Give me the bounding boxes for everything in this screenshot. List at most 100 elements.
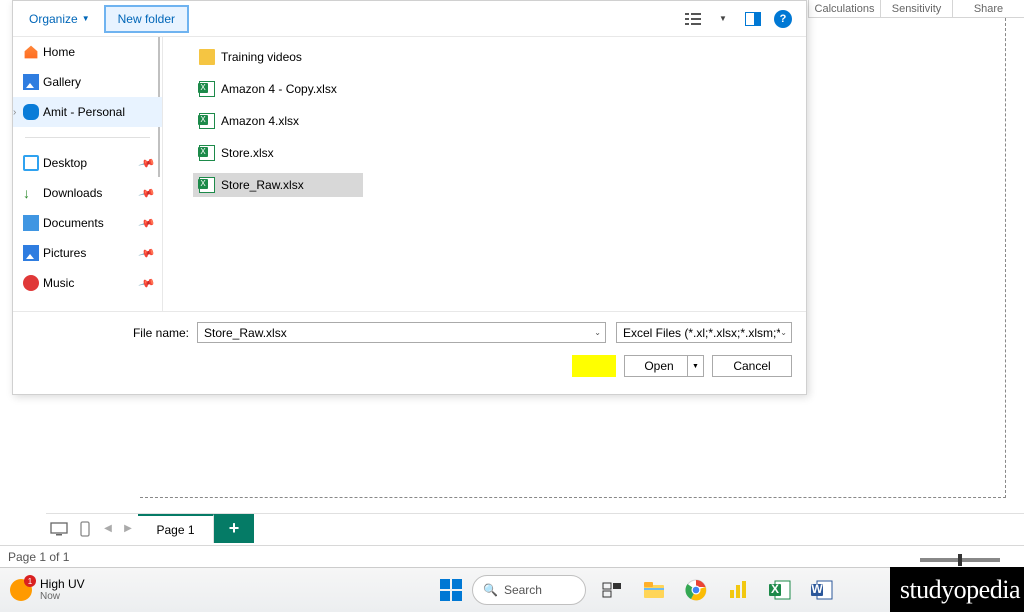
weather-sub: Now — [40, 591, 85, 602]
excel-icon[interactable]: X — [764, 574, 796, 606]
new-folder-button[interactable]: New folder — [104, 5, 189, 33]
dialog-toolbar: Organize ▼ New folder ▼ ? — [13, 1, 806, 37]
pin-icon: 📌 — [138, 274, 156, 292]
cloud-icon — [23, 104, 39, 120]
file-store[interactable]: Store.xlsx — [193, 141, 363, 165]
highlight-marker — [572, 355, 616, 377]
taskbar-search[interactable]: 🔍 Search — [472, 575, 586, 605]
filetype-select[interactable]: Excel Files (*.xl;*.xlsx;*.xlsm;*.xl ⌄ — [616, 322, 792, 343]
task-view-icon[interactable] — [596, 574, 628, 606]
status-text: Page 1 of 1 — [8, 550, 69, 564]
search-label: Search — [504, 583, 542, 597]
nav-downloads[interactable]: ↓ Downloads 📌 — [13, 178, 162, 208]
nav-label: Desktop — [43, 156, 87, 170]
pin-icon: 📌 — [138, 184, 156, 202]
chevron-down-icon: ▼ — [82, 14, 90, 23]
tab-prev-icon[interactable]: ◀ — [98, 514, 118, 543]
help-icon[interactable]: ? — [774, 10, 792, 28]
powerbi-icon[interactable] — [722, 574, 754, 606]
mobile-layout-icon[interactable] — [72, 514, 98, 543]
cancel-button[interactable]: Cancel — [712, 355, 792, 377]
cancel-label: Cancel — [733, 359, 770, 373]
page-tabs: ◀ ▶ Page 1 + — [46, 513, 1024, 543]
folder-icon — [199, 49, 215, 65]
svg-text:X: X — [771, 582, 779, 596]
home-icon — [23, 44, 39, 60]
filename-value: Store_Raw.xlsx — [204, 326, 287, 340]
tab-next-icon[interactable]: ▶ — [118, 514, 138, 543]
file-label: Store_Raw.xlsx — [221, 178, 304, 192]
uv-icon — [10, 579, 32, 601]
pin-icon: 📌 — [138, 214, 156, 232]
open-split-chevron-icon[interactable]: ▼ — [687, 356, 703, 376]
file-label: Training videos — [221, 50, 302, 64]
file-amazon4-copy[interactable]: Amazon 4 - Copy.xlsx — [193, 77, 363, 101]
chevron-down-icon[interactable]: ⌄ — [594, 328, 601, 337]
nav-label: Documents — [43, 216, 104, 230]
start-button[interactable] — [440, 579, 462, 601]
watermark-brand: studyopedia — [890, 567, 1024, 612]
chrome-icon[interactable] — [680, 574, 712, 606]
file-amazon4[interactable]: Amazon 4.xlsx — [193, 109, 363, 133]
taskbar-weather[interactable]: High UV Now — [0, 578, 95, 602]
excel-icon — [199, 177, 215, 193]
status-bar: Page 1 of 1 — [0, 545, 1024, 567]
nav-label: Music — [43, 276, 74, 290]
nav-label: Amit - Personal — [43, 105, 125, 119]
cmd-sensitivity[interactable]: Sensitivity — [880, 0, 952, 17]
download-icon: ↓ — [23, 185, 39, 201]
nav-onedrive-personal[interactable]: › Amit - Personal — [13, 97, 162, 127]
file-open-dialog: Organize ▼ New folder ▼ ? Home Gallery — [12, 0, 807, 395]
desktop-icon — [23, 155, 39, 171]
pictures-icon — [23, 245, 39, 261]
windows-taskbar: High UV Now 🔍 Search X W studyopedia — [0, 567, 1024, 612]
view-mode-icon[interactable] — [684, 10, 702, 28]
open-button[interactable]: Open ▼ — [624, 355, 704, 377]
nav-documents[interactable]: Documents 📌 — [13, 208, 162, 238]
nav-label: Downloads — [43, 186, 102, 200]
explorer-icon[interactable] — [638, 574, 670, 606]
file-list: Training videos Amazon 4 - Copy.xlsx Ama… — [163, 37, 806, 311]
nav-separator — [25, 137, 150, 138]
nav-gallery[interactable]: Gallery — [13, 67, 162, 97]
file-store-raw[interactable]: Store_Raw.xlsx — [193, 173, 363, 197]
add-page-button[interactable]: + — [214, 514, 254, 543]
file-label: Store.xlsx — [221, 146, 274, 160]
music-icon — [23, 275, 39, 291]
filename-input[interactable]: Store_Raw.xlsx ⌄ — [197, 322, 606, 343]
excel-icon — [199, 113, 215, 129]
nav-label: Home — [43, 45, 75, 59]
nav-pictures[interactable]: Pictures 📌 — [13, 238, 162, 268]
organize-button[interactable]: Organize ▼ — [19, 5, 100, 33]
dialog-footer: File name: Store_Raw.xlsx ⌄ Excel Files … — [13, 311, 806, 395]
word-icon[interactable]: W — [806, 574, 838, 606]
organize-label: Organize — [29, 12, 78, 26]
desktop-layout-icon[interactable] — [46, 514, 72, 543]
gallery-icon — [23, 74, 39, 90]
preview-pane-icon[interactable] — [744, 10, 762, 28]
pin-icon: 📌 — [138, 154, 156, 172]
nav-home[interactable]: Home — [13, 37, 162, 67]
file-label: Amazon 4 - Copy.xlsx — [221, 82, 337, 96]
open-label: Open — [644, 359, 673, 373]
excel-icon — [199, 81, 215, 97]
search-icon: 🔍 — [483, 583, 498, 597]
chevron-down-icon[interactable]: ▼ — [714, 10, 732, 28]
chevron-right-icon: › — [13, 107, 16, 118]
file-folder-training-videos[interactable]: Training videos — [193, 45, 363, 69]
cmd-share[interactable]: Share — [952, 0, 1024, 17]
tab-page1[interactable]: Page 1 — [138, 514, 214, 543]
weather-title: High UV — [40, 578, 85, 591]
file-label: Amazon 4.xlsx — [221, 114, 299, 128]
cmd-calculations[interactable]: Calculations — [808, 0, 880, 17]
filename-label: File name: — [27, 326, 197, 340]
chevron-down-icon[interactable]: ⌄ — [780, 328, 787, 337]
nav-desktop[interactable]: Desktop 📌 — [13, 148, 162, 178]
nav-music[interactable]: Music 📌 — [13, 268, 162, 298]
nav-label: Gallery — [43, 75, 81, 89]
excel-icon — [199, 145, 215, 161]
documents-icon — [23, 215, 39, 231]
nav-label: Pictures — [43, 246, 86, 260]
pin-icon: 📌 — [138, 244, 156, 262]
zoom-slider[interactable] — [920, 558, 1000, 562]
